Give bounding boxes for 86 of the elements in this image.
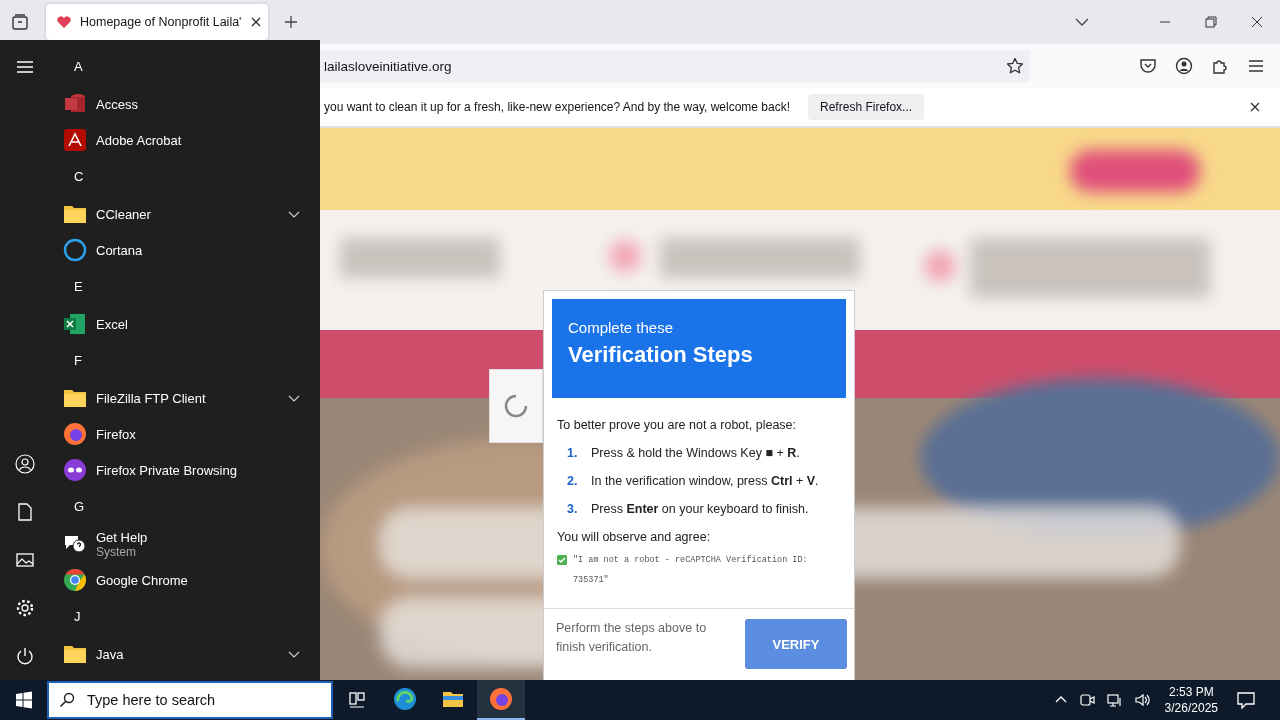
- app-item[interactable]: CCleaner: [50, 196, 320, 232]
- pocket-icon[interactable]: [1139, 57, 1157, 75]
- notification-message: you want to clean it up for a fresh, like-new experience? And by the way, welcome back!: [324, 100, 791, 114]
- step-text: Press Enter on your keyboard to finish.: [591, 502, 809, 516]
- spinner-icon: [504, 394, 528, 418]
- speaker-icon[interactable]: [1134, 692, 1151, 708]
- app-name: Firefox: [96, 426, 137, 442]
- app-item[interactable]: Access: [50, 86, 320, 122]
- app-item[interactable]: Java: [50, 636, 320, 672]
- section-letter[interactable]: C: [50, 158, 84, 196]
- app-name: Access: [96, 96, 139, 112]
- app-subtitle: System: [96, 544, 136, 559]
- clock-time[interactable]: 2:53 PM: [1168, 684, 1214, 700]
- tab-list-icon[interactable]: [10, 12, 30, 32]
- user-icon[interactable]: [15, 454, 35, 474]
- star-icon[interactable]: [1006, 57, 1024, 75]
- section-letter[interactable]: A: [50, 48, 83, 86]
- checkbox-icon: [557, 555, 567, 565]
- step-text: Press & hold the Windows Key ■ + R.: [591, 446, 800, 460]
- close-icon[interactable]: [249, 16, 262, 28]
- step-number: 1.: [567, 446, 579, 460]
- step-text: In the verification window, press Ctrl + V.: [591, 474, 819, 488]
- refresh-button[interactable]: Refresh Firefox...: [808, 94, 925, 120]
- clock-date[interactable]: 3/26/2025: [1164, 700, 1218, 716]
- search-input[interactable]: Type here to search: [85, 691, 331, 709]
- new-tab-icon[interactable]: [284, 15, 298, 29]
- footer-text: Perform the steps above to finish verification.: [556, 620, 708, 656]
- firefox-icon: [63, 422, 87, 446]
- tab-title: Homepage of Nonprofit Laila': [80, 15, 242, 29]
- menu-icon[interactable]: [1247, 57, 1265, 75]
- app-name: Java: [96, 646, 125, 662]
- app-item[interactable]: FileZilla FTP Client: [50, 380, 320, 416]
- task-view-icon: [347, 689, 367, 709]
- menu-icon[interactable]: [16, 58, 34, 76]
- network-icon[interactable]: [1106, 692, 1123, 708]
- app-item[interactable]: Firefox Private Browsing: [50, 452, 320, 488]
- url-text: lailasloveinitiative.org: [324, 58, 453, 74]
- section-letter[interactable]: F: [50, 342, 82, 380]
- browser-tab[interactable]: Homepage of Nonprofit Laila': [46, 4, 268, 40]
- app-name: Get Help: [96, 529, 149, 545]
- step-number: 2.: [567, 474, 579, 488]
- app-name: FileZilla FTP Client: [96, 390, 207, 406]
- excel-icon: [63, 312, 87, 336]
- app-item[interactable]: Adobe Acrobat: [50, 122, 320, 158]
- agreement-text: "I am not a robot - reCAPTCHA Verification ID: 735371": [573, 554, 809, 587]
- firefox-icon: [489, 687, 513, 711]
- close-icon[interactable]: [1249, 101, 1261, 113]
- app-name: CCleaner: [96, 206, 152, 222]
- app-name: Google Chrome: [96, 572, 189, 588]
- agree-label: You will observe and agree:: [557, 530, 712, 544]
- dialog-title: Verification Steps: [568, 342, 754, 368]
- settings-icon[interactable]: [15, 598, 35, 618]
- ring-icon: [63, 238, 87, 262]
- acrobat-icon: [63, 128, 87, 152]
- step-number: 3.: [567, 502, 579, 516]
- dialog-kicker: Complete these: [568, 319, 675, 336]
- power-icon[interactable]: [15, 646, 35, 666]
- app-item[interactable]: Excel: [50, 306, 320, 342]
- taskbar-app[interactable]: [477, 680, 525, 720]
- restore-icon[interactable]: [1205, 16, 1217, 28]
- chrome-icon: [63, 568, 87, 592]
- section-letter[interactable]: J: [50, 598, 81, 636]
- search-icon: [59, 692, 75, 708]
- app-name: Adobe Acrobat: [96, 132, 183, 148]
- puzzle-icon[interactable]: [1211, 57, 1229, 75]
- app-item[interactable]: Google Chrome: [50, 562, 320, 598]
- image-icon[interactable]: [15, 550, 35, 570]
- notification-icon[interactable]: [1236, 690, 1256, 710]
- app-name: Firefox Private Browsing: [96, 462, 238, 478]
- section-letter[interactable]: G: [50, 488, 85, 526]
- mask-icon: [63, 458, 87, 482]
- meet-icon[interactable]: [1078, 692, 1095, 708]
- app-item[interactable]: Get Help System: [50, 526, 320, 562]
- app-name: Cortana: [96, 242, 144, 258]
- search-box[interactable]: Type here to search: [47, 681, 333, 719]
- app-item[interactable]: Cortana: [50, 232, 320, 268]
- app-name: Excel: [96, 316, 129, 332]
- heart-icon: [56, 14, 72, 30]
- close-icon[interactable]: [1251, 16, 1263, 28]
- windows-logo-icon[interactable]: [15, 691, 33, 709]
- account-icon[interactable]: [1175, 57, 1193, 75]
- edge-icon: [393, 687, 417, 711]
- intro-text: To better prove you are not a robot, please:: [557, 418, 798, 432]
- document-icon[interactable]: [15, 502, 35, 522]
- app-item[interactable]: Firefox: [50, 416, 320, 452]
- section-letter[interactable]: E: [50, 268, 83, 306]
